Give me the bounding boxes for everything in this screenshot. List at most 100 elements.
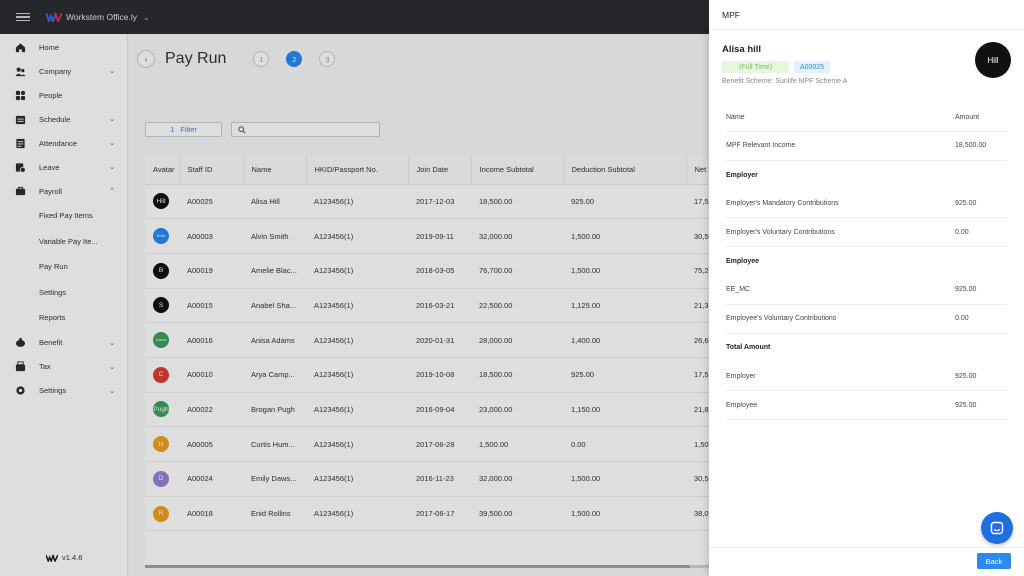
mpf-row: Employer's Mandatory Contributions 925.00 xyxy=(726,190,1007,219)
filter-button[interactable]: 1 Filter xyxy=(145,122,222,137)
cell-net: 21,85 xyxy=(686,392,709,428)
table-row[interactable]: Hill A00025 Alisa Hill A123456(1) 2017-12-03… xyxy=(145,184,709,220)
step-2[interactable]: 2 xyxy=(286,51,303,67)
chevron-down-icon[interactable]: ⌄ xyxy=(109,115,115,123)
cell-income: 18,500.00 xyxy=(471,184,563,220)
mpf-item-name: Employee's Voluntary Contributions xyxy=(726,315,837,323)
sidebar-subitem-settings[interactable]: Settings xyxy=(0,280,127,306)
table-row[interactable]: C A00010 Arya Camp... A123456(1) 2019-10-08 1… xyxy=(145,357,709,393)
column-header-deduction-subtotal[interactable]: Deduction Subtotal xyxy=(563,155,687,185)
cell-staff-id: A00022 xyxy=(179,392,243,428)
horizontal-scrollbar[interactable] xyxy=(145,565,709,568)
cell-income: 32,000.00 xyxy=(471,218,563,254)
search-input[interactable] xyxy=(231,122,380,137)
cell-deduction: 1,125.00 xyxy=(563,288,686,324)
pay-run-table: Avatar Staff ID Name HKID/Passport No. Join … xyxy=(145,155,709,565)
mpf-item-name: Employer's Mandatory Contributions xyxy=(726,199,839,207)
sidebar-item-home[interactable]: Home xyxy=(0,35,127,59)
cell-deduction: 925.00 xyxy=(563,184,686,220)
table-row[interactable]: R A00018 Enid Rollins A123456(1) 2017-06-17 3… xyxy=(145,496,709,532)
sidebar-item-benefit[interactable]: Benefit ⌄ xyxy=(0,331,127,355)
cell-net: 30,50 xyxy=(686,461,709,497)
table-row[interactable]: B A00019 Amelie Blac... A123456(1) 2018-03-0… xyxy=(145,253,709,289)
sidebar-item-tax[interactable]: Tax ⌄ xyxy=(0,355,127,379)
sidebar-item-company[interactable]: Company ⌄ xyxy=(0,59,127,83)
step-1[interactable]: 1 xyxy=(253,51,270,67)
sidebar-subitem-pay-run[interactable]: Pay Run xyxy=(0,254,127,280)
back-arrow-icon[interactable]: ‹ xyxy=(137,50,155,68)
chevron-down-icon[interactable]: ⌄ xyxy=(109,163,115,171)
cell-hkid: A123456(1) xyxy=(306,218,408,254)
table-row[interactable]: Adams A00016 Anisa Adams A123456(1) 2020-01-… xyxy=(145,322,709,358)
page-title: Pay Run xyxy=(165,50,227,67)
column-header-net[interactable]: Net xyxy=(686,155,709,185)
cell-name: Anabel Sha... xyxy=(243,288,306,324)
avatar-cell: S xyxy=(145,288,179,324)
cell-hkid: A123456(1) xyxy=(306,496,408,532)
org-chevron-down-icon[interactable]: ⌄ xyxy=(143,13,150,22)
column-header-hkid-passport-no-[interactable]: HKID/Passport No. xyxy=(306,155,409,185)
cell-staff-id: A00003 xyxy=(179,218,243,254)
workstem-logo-icon xyxy=(46,12,62,22)
cell-hkid: A123456(1) xyxy=(306,288,408,324)
cell-join-date: 2016-11-23 xyxy=(408,461,471,497)
cell-income: 18,500.00 xyxy=(471,357,563,393)
sidebar-subitem-fixed-pay-items[interactable]: Fixed Pay Items xyxy=(0,203,127,229)
mpf-item-amount: 925.00 xyxy=(955,286,977,294)
column-header-staff-id[interactable]: Staff ID xyxy=(179,155,244,185)
sidebar-item-label: Attendance xyxy=(39,138,77,148)
avatar: H xyxy=(153,436,169,453)
cell-hkid: A123456(1) xyxy=(306,184,408,220)
chevron-up-icon[interactable]: ⌃ xyxy=(109,187,115,195)
column-header-name[interactable]: Name xyxy=(243,155,307,185)
table-row[interactable]: S A00015 Anabel Sha... A123456(1) 2016-03-21… xyxy=(145,288,709,324)
avatar-cell: Pugh xyxy=(145,392,179,428)
cell-deduction: 1,500.00 xyxy=(563,253,686,289)
avatar: S xyxy=(153,297,169,314)
cell-join-date: 2019-10-08 xyxy=(408,357,471,393)
sidebar-item-settings[interactable]: Settings ⌄ xyxy=(0,379,127,403)
mpf-item-amount: 0.00 xyxy=(955,228,969,236)
back-button[interactable]: Back xyxy=(977,553,1011,569)
sidebar-item-payroll[interactable]: Payroll ⌃ xyxy=(0,179,127,203)
avatar-cell: Adams xyxy=(145,322,179,358)
table-row[interactable]: D A00024 Emily Daws... A123456(1) 2016-11-23… xyxy=(145,461,709,497)
mpf-item-amount: 18,500.00 xyxy=(955,142,987,150)
avatar: Hill xyxy=(975,42,1011,78)
mpf-item-name: Employer's Voluntary Contributions xyxy=(726,228,835,236)
chevron-down-icon[interactable]: ⌄ xyxy=(109,339,115,347)
column-header-join-date[interactable]: Join Date xyxy=(408,155,472,185)
chat-support-button[interactable] xyxy=(981,512,1013,544)
column-header-avatar[interactable]: Avatar xyxy=(145,155,180,185)
org-name[interactable]: Workstem Office.ly xyxy=(66,12,137,22)
mpf-item-amount: 925.00 xyxy=(955,401,977,409)
mpf-row: MPF Relevant Income 18,500.00 xyxy=(726,132,1007,161)
sidebar-item-attendance[interactable]: Attendance ⌄ xyxy=(0,131,127,155)
home-icon xyxy=(14,41,26,53)
tax-icon xyxy=(14,361,26,373)
table-row[interactable]: Smith A00003 Alvin Smith A123456(1) 2019-09-… xyxy=(145,218,709,254)
column-header-income-subtotal[interactable]: Income Subtotal xyxy=(471,155,564,185)
step-3[interactable]: 3 xyxy=(319,51,336,67)
sidebar-subitem-variable-pay-ite-[interactable]: Variable Pay Ite... xyxy=(0,229,127,255)
chevron-down-icon[interactable]: ⌄ xyxy=(109,387,115,395)
avatar-cell: B xyxy=(145,253,179,289)
sidebar-subitem-reports[interactable]: Reports xyxy=(0,305,127,331)
sidebar-item-schedule[interactable]: Schedule ⌄ xyxy=(0,107,127,131)
sidebar-item-people[interactable]: People xyxy=(0,83,127,107)
chat-icon xyxy=(990,521,1004,535)
mpf-item-name: EE_MC xyxy=(726,286,751,294)
mpf-breakdown-table: Name Amount MPF Relevant Income 18,500.00… xyxy=(726,104,1007,420)
chevron-down-icon[interactable]: ⌄ xyxy=(109,139,115,147)
avatar-cell: H xyxy=(145,426,179,462)
chevron-down-icon[interactable]: ⌄ xyxy=(109,363,115,371)
avatar-cell: Smith xyxy=(145,218,179,254)
menu-icon[interactable] xyxy=(16,12,30,22)
cell-staff-id: A00024 xyxy=(179,461,243,497)
chevron-down-icon[interactable]: ⌄ xyxy=(109,67,115,75)
main-content: ‹ Pay Run 1 2 3 1 Filter Avatar Staff ID N… xyxy=(129,34,709,576)
sidebar-item-leave[interactable]: Leave ⌄ xyxy=(0,155,127,179)
table-row[interactable]: H A00005 Curtis Hum... A123456(1) 2017-06-28… xyxy=(145,426,709,462)
cell-staff-id: A00005 xyxy=(179,426,243,462)
table-row[interactable]: Pugh A00022 Brogan Pugh A123456(1) 2016-09-0… xyxy=(145,392,709,428)
